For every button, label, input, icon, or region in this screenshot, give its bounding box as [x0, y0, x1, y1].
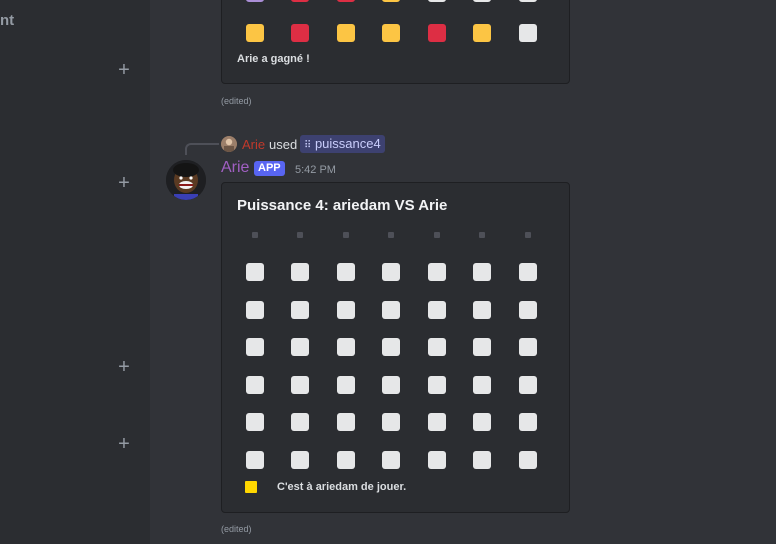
board-cell — [428, 263, 446, 281]
board-cell — [473, 301, 491, 319]
board-cell — [246, 0, 264, 2]
app-badge: APP — [254, 161, 285, 176]
board-cell — [291, 24, 309, 42]
game-embed: Puissance 4: ariedam VS Arie C'est à ari… — [221, 182, 570, 513]
board-cell — [382, 0, 400, 2]
board-cell — [337, 376, 355, 394]
board-cell — [519, 338, 537, 356]
board-cell — [428, 24, 446, 42]
author-name[interactable]: Arie — [221, 159, 249, 177]
board-cell — [246, 376, 264, 394]
board-cell — [382, 413, 400, 431]
board-cell — [246, 338, 264, 356]
board-cell — [291, 376, 309, 394]
column-marker — [343, 232, 349, 238]
edited-label: (edited) — [221, 96, 252, 106]
sidebar-channel-label[interactable]: nt — [0, 12, 14, 29]
board-cell — [473, 376, 491, 394]
plus-icon[interactable]: + — [117, 60, 131, 80]
reply-username[interactable]: Arie — [242, 137, 265, 152]
channel-sidebar: nt + + + + — [0, 0, 150, 544]
board-cell — [337, 451, 355, 469]
column-marker — [252, 232, 258, 238]
board-cell — [291, 263, 309, 281]
board-cell — [519, 24, 537, 42]
board-cell — [382, 451, 400, 469]
avatar[interactable] — [166, 160, 206, 200]
board-cell — [382, 338, 400, 356]
embed-title: Puissance 4: ariedam VS Arie — [237, 197, 448, 214]
board-cell — [246, 263, 264, 281]
board-cell — [291, 301, 309, 319]
command-name: puissance4 — [314, 136, 381, 151]
board-cell — [519, 263, 537, 281]
board-cell — [382, 24, 400, 42]
board-cell — [337, 24, 355, 42]
board-cell — [428, 0, 446, 2]
turn-status-text: C'est à ariedam de jouer. — [277, 481, 407, 493]
board-cell — [519, 301, 537, 319]
column-marker — [297, 232, 303, 238]
slash-command-icon: ⠿ — [304, 140, 312, 151]
board-cell — [428, 301, 446, 319]
board-cell — [473, 451, 491, 469]
board-cell — [246, 413, 264, 431]
board-cell — [473, 413, 491, 431]
board-cell — [246, 24, 264, 42]
board-cell — [337, 263, 355, 281]
board-cell — [428, 451, 446, 469]
column-marker — [525, 232, 531, 238]
board-cell — [519, 413, 537, 431]
board-cell — [473, 24, 491, 42]
board-cell — [428, 413, 446, 431]
board-cell — [473, 0, 491, 2]
turn-color-indicator — [245, 481, 257, 493]
board-cell — [382, 301, 400, 319]
board-cell — [337, 301, 355, 319]
board-cell — [428, 338, 446, 356]
chat-area: Arie a gagné ! (edited) Arie used ⠿ puis… — [150, 0, 776, 544]
board-cell — [291, 451, 309, 469]
board-cell — [337, 0, 355, 2]
board-cell — [246, 451, 264, 469]
board-cell — [519, 0, 537, 2]
board-cell — [473, 263, 491, 281]
column-marker — [434, 232, 440, 238]
column-marker — [388, 232, 394, 238]
board-cell — [382, 263, 400, 281]
board-cell — [519, 376, 537, 394]
board-cell — [337, 338, 355, 356]
plus-icon[interactable]: + — [117, 434, 131, 454]
board-cell — [382, 376, 400, 394]
reply-connector — [185, 143, 219, 155]
win-status-text: Arie a gagné ! — [237, 53, 310, 65]
board-cell — [291, 0, 309, 2]
plus-icon[interactable]: + — [117, 357, 131, 377]
column-marker — [479, 232, 485, 238]
reply-used-text: used — [269, 137, 298, 152]
edited-label: (edited) — [221, 524, 252, 534]
reply-avatar[interactable] — [221, 136, 237, 152]
previous-game-embed: Arie a gagné ! — [221, 0, 570, 84]
board-cell — [428, 376, 446, 394]
plus-icon[interactable]: + — [117, 173, 131, 193]
command-chip[interactable]: ⠿ puissance4 — [300, 135, 385, 153]
board-cell — [473, 338, 491, 356]
message-timestamp: 5:42 PM — [295, 164, 336, 176]
board-cell — [246, 301, 264, 319]
board-cell — [291, 338, 309, 356]
board-cell — [519, 451, 537, 469]
board-cell — [291, 413, 309, 431]
board-cell — [337, 413, 355, 431]
